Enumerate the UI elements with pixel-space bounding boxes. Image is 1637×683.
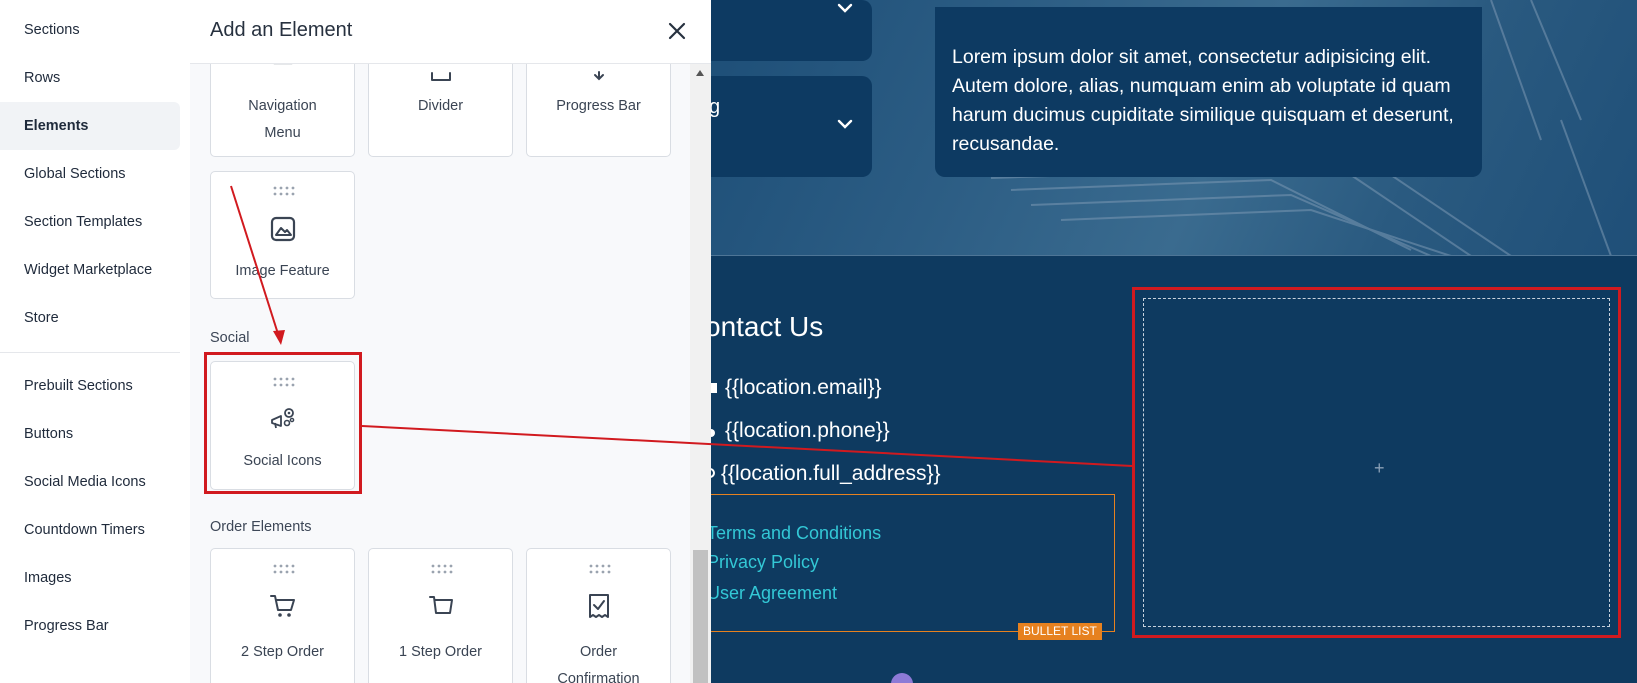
scrollbar-thumb[interactable] — [693, 550, 708, 683]
element-card-2-step-order[interactable]: 2 Step Order — [210, 548, 355, 683]
lorem-paragraph: Lorem ipsum dolor sit amet, consectetur … — [952, 46, 1454, 155]
drag-grip-icon[interactable] — [273, 186, 295, 196]
left-sidebar: Sections Rows Elements Global Sections S… — [0, 0, 190, 683]
contact-heading: ontact Us — [711, 311, 824, 342]
contact-phone: {{location.phone}} — [725, 419, 890, 442]
hero-divider-line — [711, 255, 1637, 256]
sidebar-item-sections[interactable]: Sections — [0, 6, 180, 54]
chevron-down-icon[interactable] — [837, 118, 853, 132]
element-card-label: Divider — [417, 98, 464, 114]
sidebar-item-progress-bar[interactable]: Progress Bar — [0, 602, 180, 650]
sidebar-item-images[interactable]: Images — [0, 554, 180, 602]
sidebar-item-prebuilt-sections[interactable]: Prebuilt Sections — [0, 362, 180, 410]
element-card-order-confirmation[interactable]: Order Confirmation — [526, 548, 671, 683]
sidebar-item-section-templates[interactable]: Section Templates — [0, 198, 180, 246]
panel-header: Add an Element — [190, 0, 711, 64]
accordion-item-2-title: g — [711, 96, 721, 118]
cart-icon — [270, 595, 295, 617]
element-card-1-step-order[interactable]: 1 Step Order — [368, 548, 513, 683]
envelope-icon — [711, 383, 717, 393]
element-card-label: Order Confirmation — [557, 644, 640, 683]
element-card-label: 2 Step Order — [240, 644, 324, 660]
bullet-list-element[interactable]: Terms and Conditions Privacy Policy User… — [711, 494, 1115, 640]
panel-title: Add an Element — [210, 19, 353, 41]
contact-email: {{location.email}} — [725, 376, 882, 399]
social-icons-highlight-box — [204, 352, 362, 494]
element-card-label: Navigation Menu — [248, 98, 317, 141]
sidebar-item-elements[interactable]: Elements — [0, 102, 180, 150]
section-title-social: Social — [210, 330, 250, 346]
accordion-item-2[interactable]: g — [711, 76, 872, 177]
receipt-check-icon — [589, 594, 609, 618]
sidebar-item-countdown-timers[interactable]: Countdown Timers — [0, 506, 180, 554]
add-section-button[interactable] — [891, 673, 913, 683]
link-privacy-policy[interactable]: Privacy Policy — [711, 552, 819, 573]
sidebar-item-social-media-icons[interactable]: Social Media Icons — [0, 458, 180, 506]
location-pin-icon — [711, 468, 715, 478]
image-icon — [270, 216, 296, 242]
sidebar-divider — [0, 352, 180, 353]
accordion-item-1[interactable] — [711, 0, 872, 61]
link-terms-and-conditions[interactable]: Terms and Conditions — [711, 523, 881, 544]
drag-grip-icon[interactable] — [273, 564, 295, 574]
bullet-list-badge: BULLET LIST — [1018, 623, 1102, 640]
sidebar-item-global-sections[interactable]: Global Sections — [0, 150, 180, 198]
sidebar-item-rows[interactable]: Rows — [0, 54, 180, 102]
drag-grip-icon[interactable] — [431, 564, 453, 574]
element-card-label: Image Feature — [235, 263, 330, 279]
link-user-agreement[interactable]: User Agreement — [711, 583, 837, 604]
element-card-image-feature[interactable]: Image Feature — [210, 171, 355, 299]
sidebar-item-widget-marketplace[interactable]: Widget Marketplace — [0, 246, 180, 294]
add-element-panel: Navigation Menu Divider Progress Bar Ima… — [190, 0, 711, 683]
element-card-label: 1 Step Order — [398, 644, 482, 660]
chevron-down-icon[interactable] — [837, 2, 853, 16]
drop-zone-dashed-outline: + — [1143, 298, 1610, 627]
phone-icon — [711, 429, 715, 437]
drag-grip-icon[interactable] — [589, 564, 611, 574]
empty-column-drop-zone[interactable]: + — [1132, 287, 1621, 638]
sidebar-item-store[interactable]: Store — [0, 294, 180, 342]
contact-address: {{location.full_address}} — [721, 462, 941, 485]
cart-icon — [429, 596, 453, 614]
page-canvas: g Lorem ipsum dolor sit amet, consectetu… — [711, 0, 1637, 683]
close-icon[interactable] — [662, 16, 692, 46]
element-card-label: Progress Bar — [556, 98, 641, 114]
section-title-order-elements: Order Elements — [210, 519, 312, 535]
add-element-plus-icon[interactable]: + — [1374, 459, 1385, 477]
scroll-up-arrow-icon[interactable] — [696, 70, 704, 76]
sidebar-item-buttons[interactable]: Buttons — [0, 410, 180, 458]
